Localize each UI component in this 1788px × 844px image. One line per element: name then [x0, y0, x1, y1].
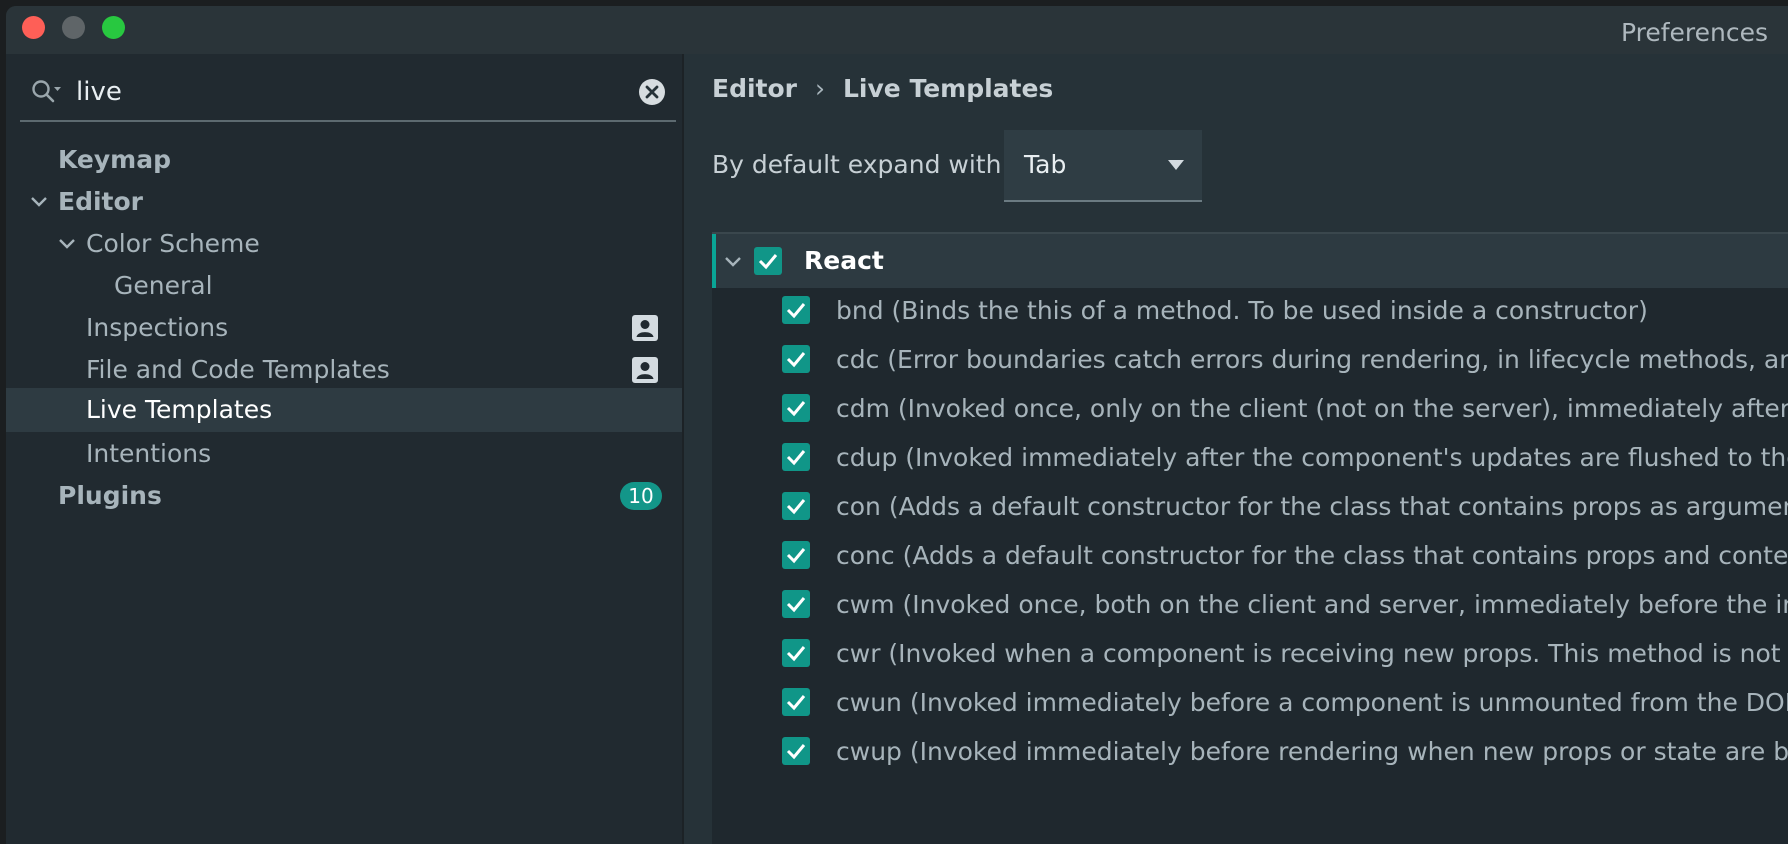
- tree-item-inspections[interactable]: Inspections: [6, 304, 682, 352]
- expand-with-select[interactable]: Tab: [1004, 130, 1202, 202]
- chevron-down-icon[interactable]: [724, 254, 742, 270]
- checkmark-icon: [786, 450, 806, 466]
- template-label: cwun (Invoked immediately before a compo…: [836, 688, 1788, 717]
- checkmark-icon: [786, 695, 806, 711]
- title-bar: Preferences: [6, 6, 1788, 54]
- template-label: cwm (Invoked once, both on the client an…: [836, 590, 1788, 619]
- checkmark-icon: [786, 499, 806, 515]
- template-checkbox[interactable]: [782, 296, 810, 324]
- tree-item-live-templates[interactable]: Live Templates: [6, 388, 682, 432]
- plugins-update-badge: 10: [620, 482, 662, 510]
- template-label: con (Adds a default constructor for the …: [836, 492, 1788, 521]
- template-row[interactable]: conc (Adds a default constructor for the…: [712, 531, 1788, 580]
- settings-search: [20, 64, 676, 122]
- search-input[interactable]: [74, 70, 618, 114]
- tree-item-intentions[interactable]: Intentions: [6, 430, 682, 478]
- template-checkbox[interactable]: [782, 541, 810, 569]
- settings-sidebar: Keymap Editor Color Scheme General Inspe…: [6, 54, 684, 844]
- template-checkbox[interactable]: [782, 394, 810, 422]
- close-window-button[interactable]: [22, 16, 45, 39]
- checkmark-icon: [786, 352, 806, 368]
- tree-item-label: Intentions: [86, 439, 212, 468]
- tree-item-label: Editor: [58, 187, 143, 216]
- template-label: conc (Adds a default constructor for the…: [836, 541, 1788, 570]
- template-row[interactable]: cdc (Error boundaries catch errors durin…: [712, 335, 1788, 384]
- breadcrumb-parent[interactable]: Editor: [712, 74, 797, 103]
- minimize-window-button[interactable]: [62, 16, 85, 39]
- breadcrumb: Editor › Live Templates: [712, 74, 1053, 103]
- template-checkbox[interactable]: [782, 590, 810, 618]
- expand-with-value: Tab: [1024, 150, 1067, 179]
- user-profile-icon: [632, 315, 658, 341]
- window-title: Preferences: [1620, 18, 1768, 47]
- breadcrumb-current: Live Templates: [843, 74, 1054, 103]
- tree-item-plugins[interactable]: Plugins 10: [6, 472, 682, 520]
- tree-item-file-and-code-templates[interactable]: File and Code Templates: [6, 346, 682, 394]
- tree-item-label: Keymap: [58, 145, 172, 174]
- tree-item-label: Live Templates: [86, 395, 273, 424]
- tree-item-keymap[interactable]: Keymap: [6, 136, 682, 184]
- checkmark-icon: [786, 303, 806, 319]
- zoom-window-button[interactable]: [102, 16, 125, 39]
- template-row[interactable]: cdup (Invoked immediately after the comp…: [712, 433, 1788, 482]
- template-label: cdup (Invoked immediately after the comp…: [836, 443, 1788, 472]
- template-row[interactable]: cwun (Invoked immediately before a compo…: [712, 678, 1788, 727]
- template-checkbox[interactable]: [782, 688, 810, 716]
- template-label: cwr (Invoked when a component is receivi…: [836, 639, 1788, 668]
- template-label: cdc (Error boundaries catch errors durin…: [836, 345, 1788, 374]
- template-row[interactable]: con (Adds a default constructor for the …: [712, 482, 1788, 531]
- template-label: bnd (Binds the this of a method. To be u…: [836, 296, 1648, 325]
- chevron-down-icon[interactable]: [58, 236, 76, 252]
- template-checkbox[interactable]: [782, 737, 810, 765]
- tree-item-label: Inspections: [86, 313, 229, 342]
- search-icon[interactable]: [30, 78, 62, 104]
- breadcrumb-separator: ›: [815, 74, 825, 103]
- template-row[interactable]: cwm (Invoked once, both on the client an…: [712, 580, 1788, 629]
- group-checkbox[interactable]: [754, 247, 782, 275]
- template-row[interactable]: cwr (Invoked when a component is receivi…: [712, 629, 1788, 678]
- tree-item-label: General: [114, 271, 213, 300]
- template-row[interactable]: bnd (Binds the this of a method. To be u…: [712, 286, 1788, 335]
- user-profile-icon: [632, 357, 658, 383]
- templates-tree: React bnd (Binds the this of a method. T…: [712, 232, 1788, 844]
- tree-item-label: Color Scheme: [86, 229, 260, 258]
- template-row[interactable]: cwup (Invoked immediately before renderi…: [712, 727, 1788, 776]
- tree-item-label: Plugins: [58, 481, 162, 510]
- tree-item-editor[interactable]: Editor: [6, 178, 682, 226]
- settings-content: Editor › Live Templates By default expand …: [684, 54, 1788, 844]
- tree-item-general[interactable]: General: [6, 262, 682, 310]
- checkmark-icon: [758, 254, 778, 270]
- template-group-react[interactable]: React: [712, 234, 1788, 288]
- checkmark-icon: [786, 646, 806, 662]
- template-checkbox[interactable]: [782, 345, 810, 373]
- chevron-down-icon[interactable]: [30, 194, 48, 210]
- clear-search-icon[interactable]: [638, 78, 666, 106]
- template-label: cdm (Invoked once, only on the client (n…: [836, 394, 1788, 423]
- template-checkbox[interactable]: [782, 443, 810, 471]
- tree-item-label: File and Code Templates: [86, 355, 390, 384]
- expand-with-label: By default expand with: [712, 150, 1002, 179]
- checkmark-icon: [786, 548, 806, 564]
- checkmark-icon: [786, 744, 806, 760]
- template-checkbox[interactable]: [782, 492, 810, 520]
- preferences-window: Preferences Keymap Ed: [6, 6, 1788, 844]
- tree-item-color-scheme[interactable]: Color Scheme: [6, 220, 682, 268]
- template-group-label: React: [804, 246, 884, 275]
- checkmark-icon: [786, 401, 806, 417]
- template-checkbox[interactable]: [782, 639, 810, 667]
- template-label: cwup (Invoked immediately before renderi…: [836, 737, 1788, 766]
- template-row[interactable]: cdm (Invoked once, only on the client (n…: [712, 384, 1788, 433]
- checkmark-icon: [786, 597, 806, 613]
- dropdown-arrow-icon: [1168, 160, 1184, 170]
